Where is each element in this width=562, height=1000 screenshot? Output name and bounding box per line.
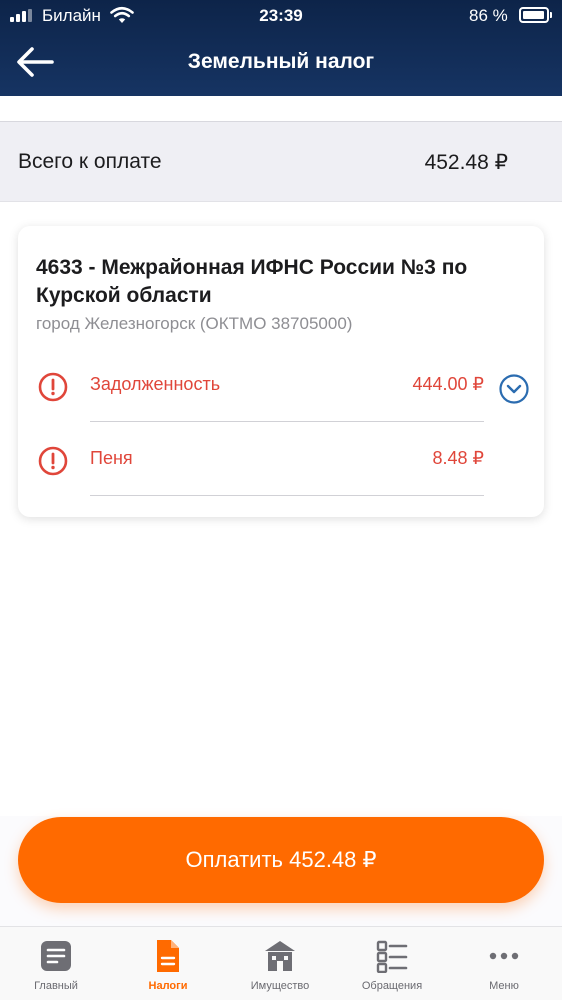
alert-icon	[38, 372, 68, 402]
tab-main[interactable]: Главный	[0, 927, 112, 1000]
row-divider	[90, 495, 484, 496]
tax-office-location: город Железногорск (ОКТМО 38705000)	[36, 314, 353, 333]
debt-label: Задолженность	[90, 374, 221, 394]
battery-icon	[519, 7, 552, 23]
tab-bar: Главный Налоги Имущество Обращения Меню	[0, 926, 562, 1000]
total-summary: Всего к оплате 452.48 ₽	[0, 121, 562, 202]
tax-office-card: 4633 - Межрайонная ИФНС России №3 по Кур…	[18, 226, 544, 517]
tab-taxes[interactable]: Налоги	[112, 927, 224, 1000]
tab-label: Главный	[34, 980, 78, 992]
more-dots-icon	[489, 952, 519, 960]
total-label: Всего к оплате	[18, 150, 162, 173]
debt-row[interactable]: Задолженность 444.00 ₽	[18, 348, 544, 422]
tax-document-icon	[157, 940, 179, 972]
chevron-down-icon[interactable]	[498, 373, 530, 405]
total-amount: 452.48 ₽	[424, 151, 508, 174]
penalty-label: Пеня	[90, 448, 133, 468]
pay-button[interactable]: Оплатить 452.48 ₽	[18, 817, 544, 903]
tab-requests[interactable]: Обращения	[336, 927, 448, 1000]
status-bar: Билайн 23:39 86 %	[0, 0, 562, 32]
tax-office-title: 4633 - Межрайонная ИФНС России №3 по Кур…	[36, 256, 468, 307]
building-icon	[265, 941, 295, 971]
navigation-bar: Билайн 23:39 86 % Земельный налог	[0, 0, 562, 96]
tab-property[interactable]: Имущество	[224, 927, 336, 1000]
alert-icon	[38, 446, 68, 476]
checklist-icon	[376, 940, 408, 973]
tab-menu[interactable]: Меню	[448, 927, 560, 1000]
debt-amount: 444.00 ₽	[412, 374, 484, 394]
document-lines-icon	[41, 941, 71, 971]
penalty-amount: 8.48 ₽	[432, 448, 485, 468]
tab-label: Меню	[489, 980, 519, 992]
battery-percent: 86 %	[469, 6, 508, 25]
tab-label: Обращения	[361, 980, 423, 992]
page-title: Земельный налог	[187, 50, 375, 73]
penalty-row[interactable]: Пеня 8.48 ₽	[18, 422, 544, 496]
tab-label: Имущество	[250, 980, 310, 992]
tab-label: Налоги	[148, 980, 188, 992]
